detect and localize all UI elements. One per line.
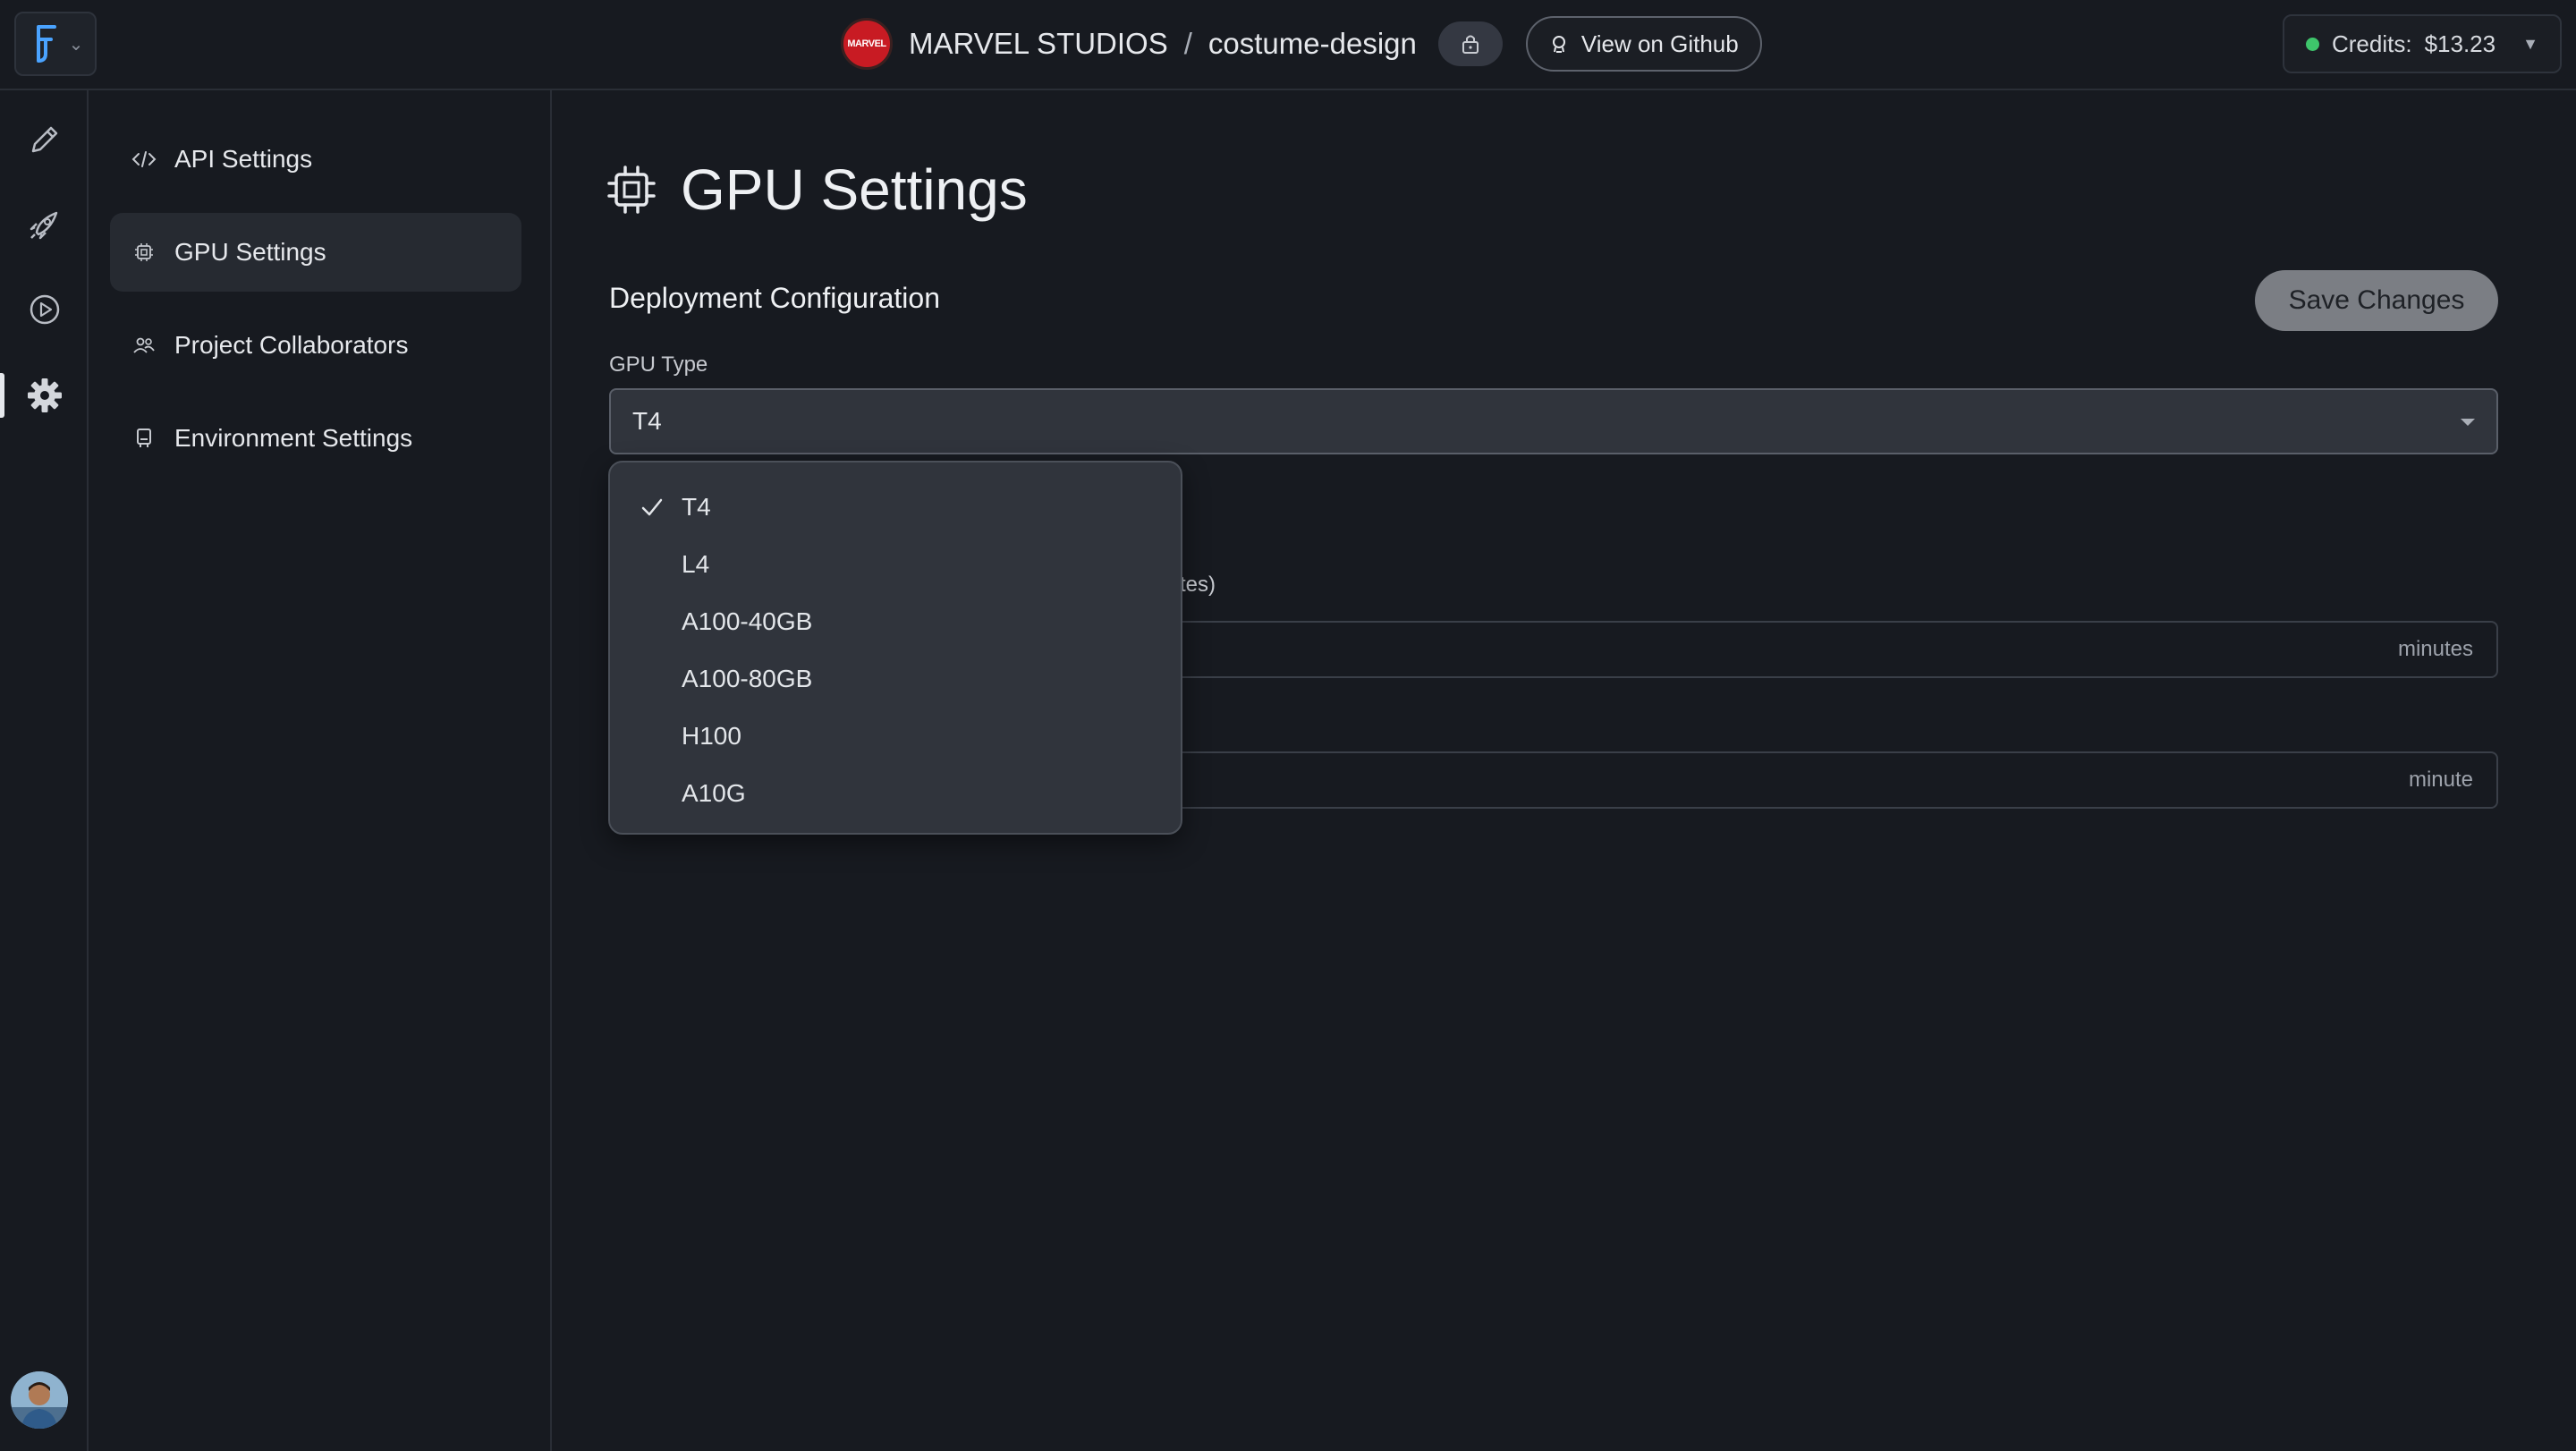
users-icon [131,333,157,358]
chip-icon [607,165,656,214]
section-title: Deployment Configuration [609,282,940,314]
settings-nav-gpu[interactable]: GPU Settings [110,213,521,292]
settings-nav-api[interactable]: API Settings [110,120,521,199]
github-icon [1552,36,1565,53]
dropdown-option-label: L4 [682,550,710,578]
view-on-github-button[interactable]: View on Github [1525,16,1762,72]
dropdown-option-a10g[interactable]: A10G [610,765,1181,822]
credits-dropdown[interactable]: Credits: $13.23 ▼ [2283,14,2562,73]
workspace-switcher[interactable]: ⌄ [14,12,97,76]
interval-suffix: minute [2408,768,2473,792]
dropdown-option-h100[interactable]: H100 [610,708,1181,765]
rail-item-run[interactable] [0,278,89,341]
breadcrumb-separator: / [1183,27,1192,60]
caret-down-icon [2461,419,2475,426]
dropdown-option-label: A10G [682,779,746,807]
settings-nav-collaborators[interactable]: Project Collaborators [110,306,521,385]
dropdown-option-l4[interactable]: L4 [610,536,1181,593]
gpu-type-select[interactable]: T4 [609,388,2498,454]
page-title-text: GPU Settings [681,157,1028,222]
rail-item-settings[interactable] [0,364,89,427]
pencil-icon [31,126,57,153]
avatar[interactable] [11,1371,68,1429]
gpu-type-label: GPU Type [609,352,708,377]
dropdown-option-a100-40gb[interactable]: A100-40GB [610,593,1181,650]
timeout-suffix: minutes [2397,637,2473,661]
credits-label: Credits: [2332,30,2412,57]
chip-icon [131,240,157,265]
gpu-type-value: T4 [632,407,662,435]
user-avatar-icon [11,1371,68,1429]
settings-nav-environment[interactable]: Environment Settings [110,399,521,478]
dropdown-option-label: A100-80GB [682,665,813,692]
dropdown-option-a100-80gb[interactable]: A100-80GB [610,650,1181,708]
project-owner-name[interactable]: MARVEL STUDIOS [909,27,1168,61]
check-icon [641,498,663,516]
lock-icon [1462,35,1479,54]
play-circle-icon [30,294,59,325]
dropdown-option-label: T4 [682,493,711,521]
caret-down-icon: ▼ [2522,34,2538,53]
settings-nav-label: GPU Settings [174,238,326,266]
dropdown-option-t4[interactable]: T4 [610,479,1181,536]
code-icon [131,147,157,172]
settings-nav-label: API Settings [174,145,313,173]
project-owner-avatar: MARVEL [841,18,893,70]
save-changes-button[interactable]: Save Changes [2255,270,2498,331]
rocket-icon [30,211,57,240]
gear-icon [27,378,62,412]
marvel-logo-text: MARVEL [847,38,886,49]
project-name[interactable]: costume-design [1208,27,1417,61]
settings-nav: API Settings GPU Settings Project Collab… [89,90,552,1451]
settings-nav-label: Project Collaborators [174,331,409,359]
credits-value: $13.23 [2424,30,2496,57]
rail-item-deploy[interactable] [0,193,89,256]
field-label-partial: tes) [1180,573,1216,597]
page-title: GPU Settings [607,157,1028,223]
gpu-type-dropdown: T4 L4 A100-40GB A100-80GB H100 A10G [608,461,1182,835]
app-logo-icon [36,25,56,63]
dropdown-option-label: H100 [682,722,741,750]
chevron-down-icon: ⌄ [68,34,84,55]
github-button-label: View on Github [1580,30,1739,57]
icon-rail [0,90,89,1451]
server-icon [131,426,157,451]
private-lock-button[interactable] [1437,21,1503,66]
breadcrumb: MARVEL MARVEL STUDIOS / costume-design V… [841,16,1762,72]
rail-item-edit[interactable] [0,108,89,171]
dropdown-option-label: A100-40GB [682,607,813,635]
top-bar: ⌄ MARVEL MARVEL STUDIOS / costume-design… [0,0,2576,90]
settings-nav-label: Environment Settings [174,424,413,452]
status-dot [2306,37,2319,51]
